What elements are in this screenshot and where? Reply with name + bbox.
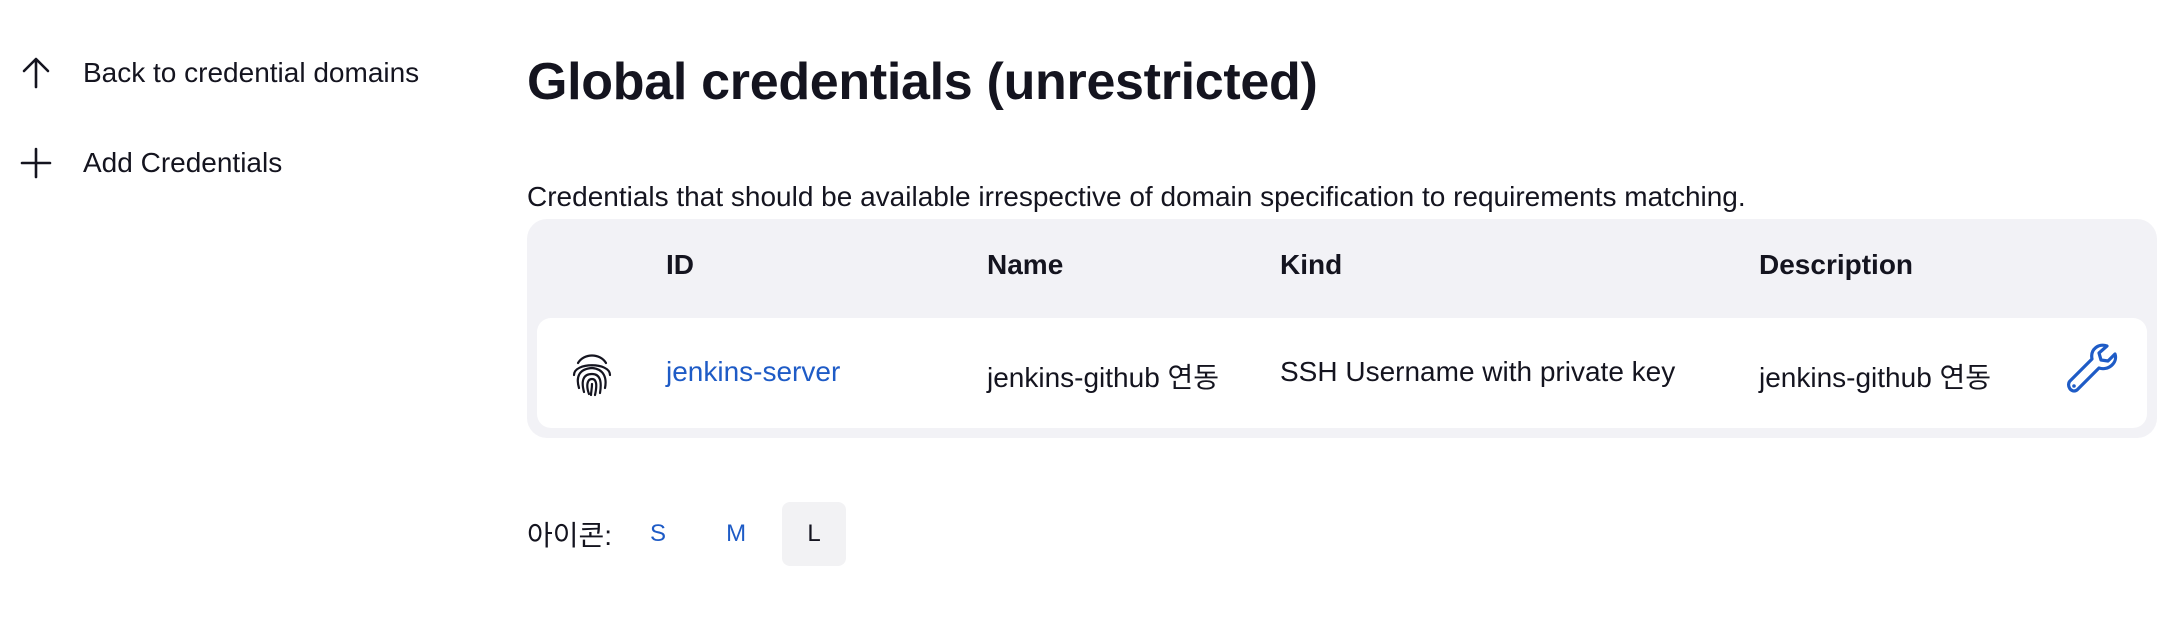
table-row: jenkins-server jenkins-github 연동 SSH Use…	[537, 318, 2147, 428]
column-header-name: Name	[987, 249, 1064, 280]
icon-size-label: 아이콘:	[527, 520, 613, 551]
icon-size-small-button[interactable]: S	[626, 502, 690, 566]
add-credentials-label: Add Credentials	[83, 147, 283, 178]
credential-id-link[interactable]: jenkins-server	[666, 356, 840, 388]
credential-description: jenkins-github 연동	[1759, 362, 1992, 393]
back-to-credential-domains-link[interactable]: Back to credential domains	[18, 48, 419, 98]
credentials-table: ID Name Kind Description jenkins-server …	[527, 219, 2157, 438]
plus-icon	[18, 145, 54, 181]
icon-size-medium-button[interactable]: M	[704, 502, 768, 566]
back-link-label: Back to credential domains	[83, 57, 420, 88]
fingerprint-icon	[567, 348, 617, 398]
icon-size-selector: 아이콘: S M L	[527, 502, 860, 566]
wrench-icon[interactable]	[2061, 338, 2125, 402]
arrow-up-icon	[18, 55, 54, 91]
page-description: Credentials that should be available irr…	[527, 181, 1746, 212]
credential-name: jenkins-github 연동	[987, 362, 1220, 393]
column-header-id: ID	[666, 249, 694, 280]
column-header-description: Description	[1759, 249, 1914, 280]
page-title: Global credentials (unrestricted)	[527, 53, 1318, 111]
credential-kind: SSH Username with private key	[1280, 356, 1676, 387]
add-credentials-link[interactable]: Add Credentials	[18, 138, 282, 188]
icon-size-large-button[interactable]: L	[782, 502, 847, 566]
column-header-kind: Kind	[1280, 249, 1343, 280]
